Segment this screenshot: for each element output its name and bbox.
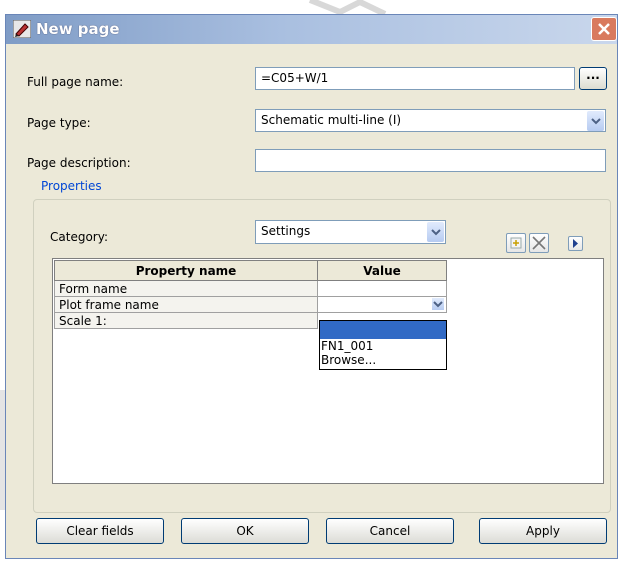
delete-property-button[interactable] [529, 233, 549, 253]
page-type-select[interactable]: Schematic multi-line (I) [255, 109, 606, 132]
eplan-pencil-icon [13, 20, 31, 38]
full-page-name-label: Full page name: [27, 75, 124, 89]
plot-frame-dropdown-button[interactable] [432, 298, 444, 310]
page-description-label: Page description: [27, 156, 131, 170]
cancel-button[interactable]: Cancel [326, 518, 454, 544]
new-property-button[interactable] [506, 233, 526, 253]
close-x-icon [598, 23, 610, 35]
window-title: New page [36, 20, 120, 38]
category-value: Settings [261, 224, 311, 238]
title-bar: New page [6, 15, 617, 44]
new-page-dialog: New page Full page name: =C05+W/1 ... Pa… [5, 14, 618, 559]
chevron-down-icon [431, 229, 441, 236]
category-select[interactable]: Settings [255, 220, 446, 244]
browse-page-name-button[interactable]: ... [579, 67, 607, 90]
apply-button[interactable]: Apply [479, 518, 607, 544]
new-property-icon [510, 237, 522, 249]
property-grid[interactable]: Property name Value Form name Plot frame… [52, 258, 604, 484]
close-button[interactable] [591, 17, 617, 41]
scroll-right-icon [573, 239, 578, 248]
dropdown-option-selected[interactable] [320, 321, 446, 339]
property-name-cell: Form name [54, 280, 318, 297]
category-dropdown-button[interactable] [427, 222, 444, 242]
property-name-header[interactable]: Property name [54, 260, 318, 281]
table-row[interactable]: Form name [54, 280, 447, 297]
value-header[interactable]: Value [317, 260, 447, 281]
property-name-cell: Scale 1: [54, 312, 318, 329]
property-value-cell[interactable] [317, 280, 447, 297]
plot-frame-dropdown-list[interactable]: FN1_001 Browse... [319, 320, 447, 370]
chevron-down-icon [433, 301, 443, 308]
clear-fields-button[interactable]: Clear fields [36, 518, 164, 544]
delete-property-icon [532, 236, 546, 250]
ok-button[interactable]: OK [181, 518, 309, 544]
dropdown-option-fn1-001[interactable]: FN1_001 [320, 339, 446, 353]
property-value-cell[interactable] [317, 296, 447, 313]
property-table: Property name Value Form name Plot frame… [54, 260, 447, 329]
dropdown-option-browse[interactable]: Browse... [320, 353, 446, 367]
chevron-down-icon [591, 118, 601, 125]
property-name-cell: Plot frame name [54, 296, 318, 313]
table-row[interactable]: Plot frame name [54, 296, 447, 313]
scroll-right-button[interactable] [568, 236, 583, 251]
category-label: Category: [50, 230, 108, 244]
properties-legend: Properties [38, 179, 105, 193]
page-type-value: Schematic multi-line (I) [261, 113, 402, 127]
page-description-input[interactable] [255, 149, 606, 172]
full-page-name-input[interactable]: =C05+W/1 [255, 67, 575, 90]
page-type-label: Page type: [27, 116, 91, 130]
page-type-dropdown-button[interactable] [587, 111, 604, 131]
